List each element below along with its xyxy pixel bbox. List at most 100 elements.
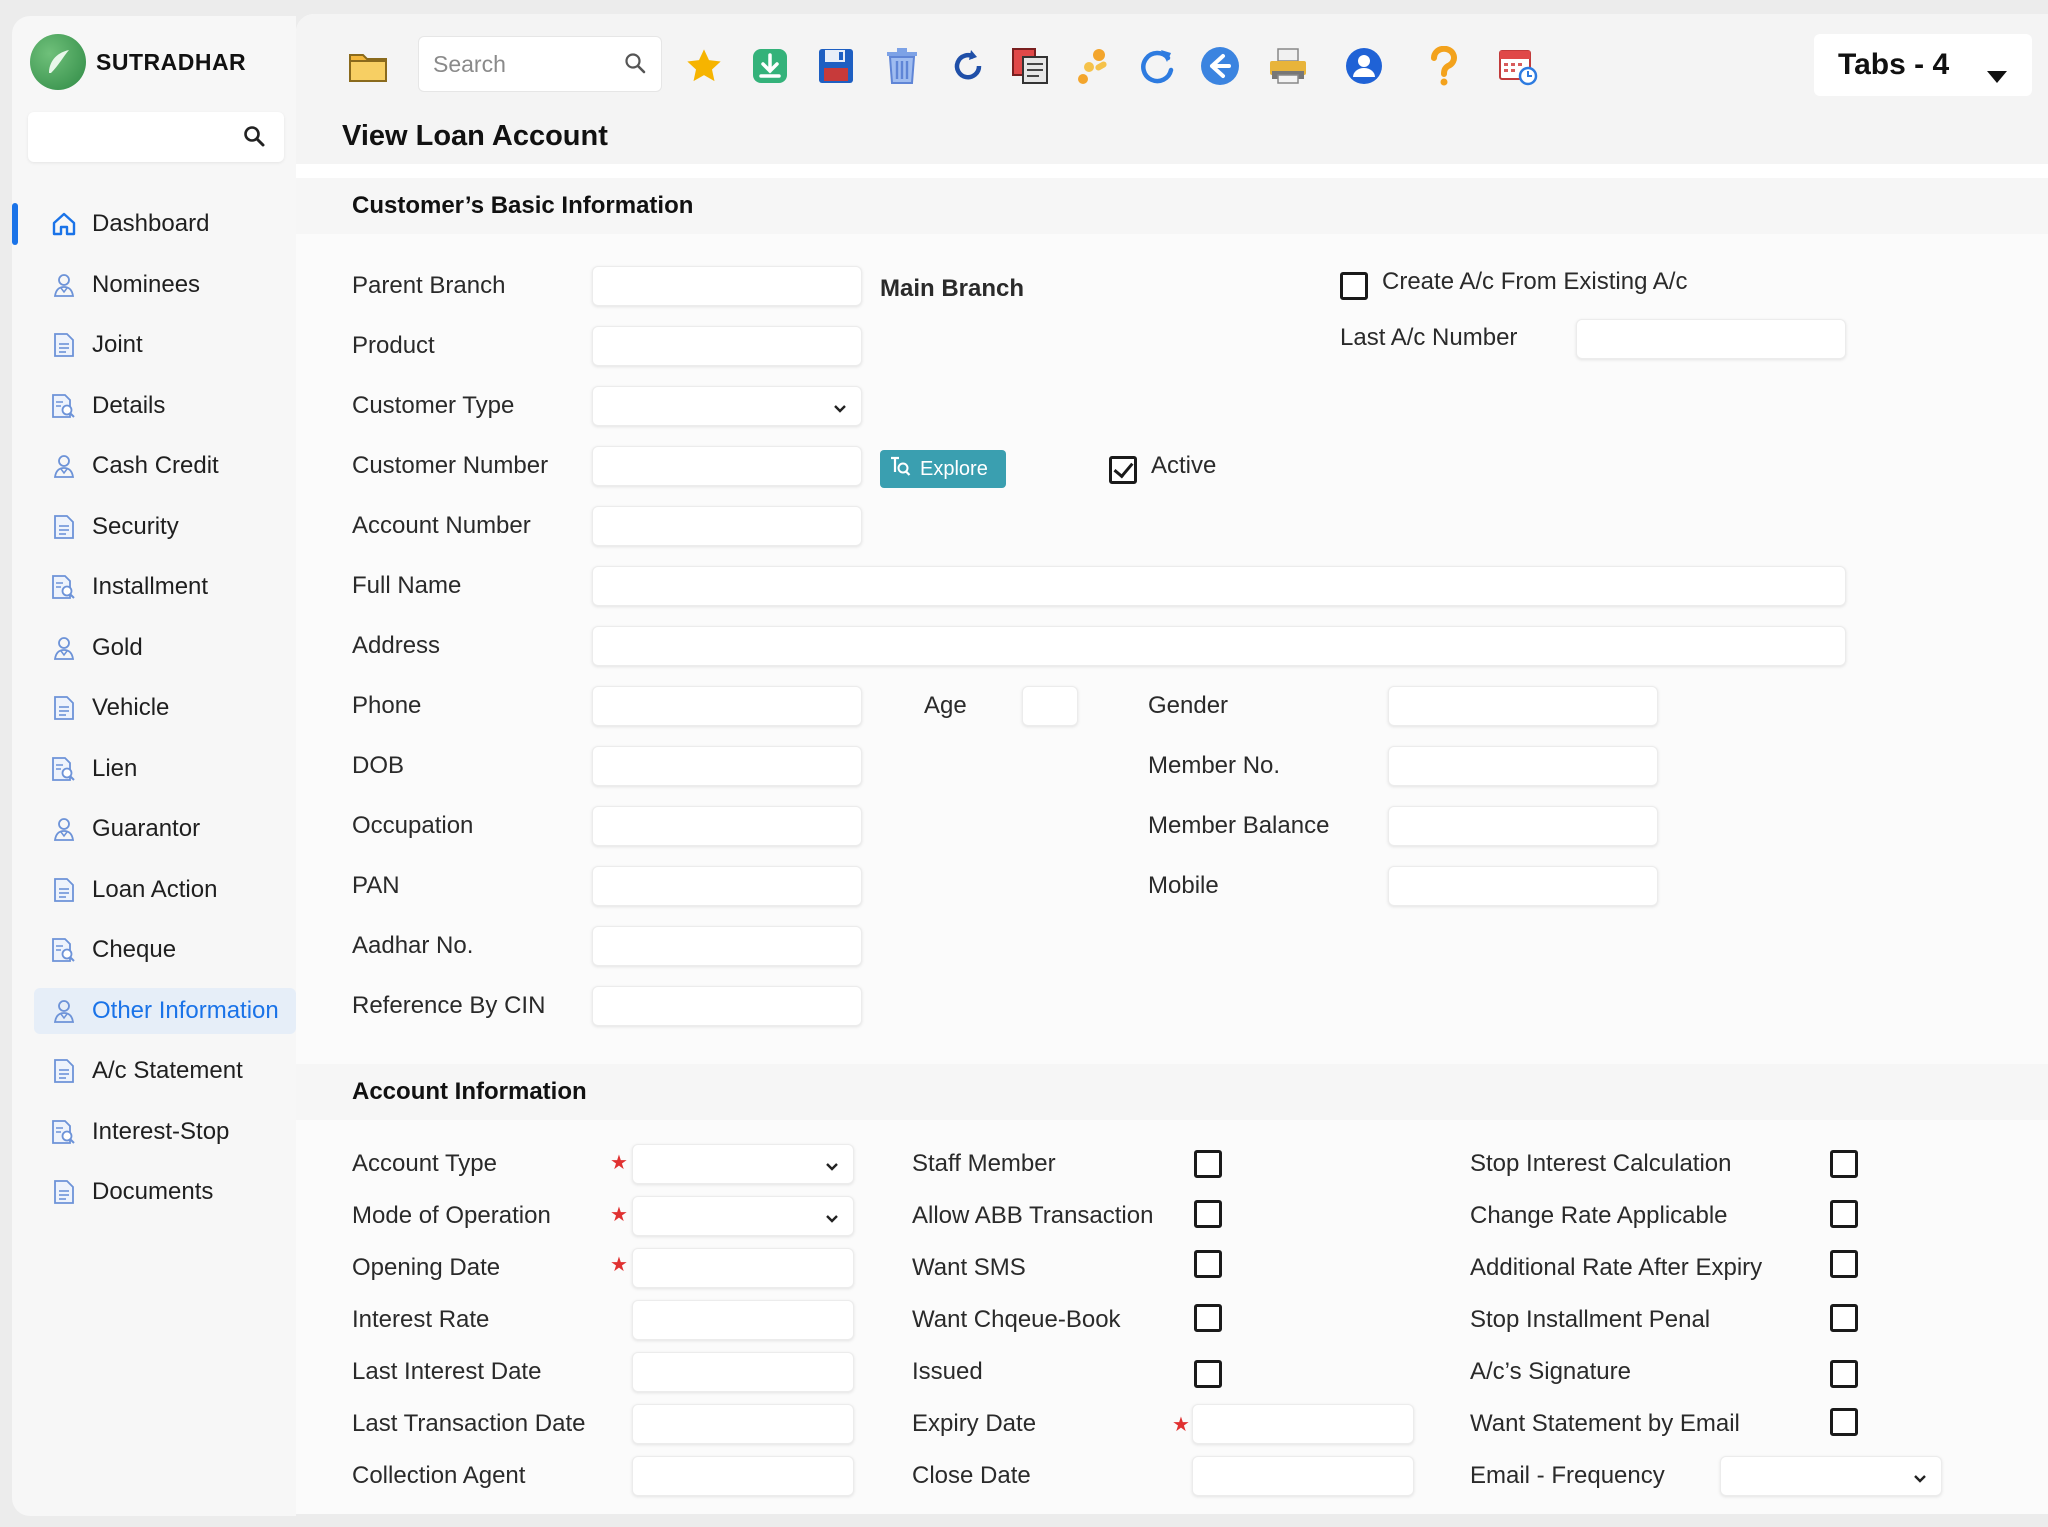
dob-input[interactable] <box>593 747 861 785</box>
collection-agent-input[interactable] <box>633 1457 853 1495</box>
print-icon[interactable] <box>1266 44 1310 88</box>
explore-button[interactable]: Explore <box>880 450 1006 488</box>
pan-field[interactable] <box>592 866 862 906</box>
sidebar-item-cash-credit[interactable]: Cash Credit <box>34 443 296 489</box>
help-icon[interactable] <box>1422 44 1466 88</box>
tools-icon[interactable] <box>1072 44 1116 88</box>
tabs-dropdown[interactable]: Tabs - 4 <box>1814 34 2032 96</box>
mobile-field[interactable] <box>1388 866 1658 906</box>
sidebar-item-a-c-statement[interactable]: A/c Statement <box>34 1048 296 1094</box>
sidebar-item-details[interactable]: Details <box>34 383 296 429</box>
close-date-input[interactable] <box>1193 1457 1413 1495</box>
toolbar-search-input[interactable] <box>419 37 609 91</box>
mode-of-operation-select[interactable] <box>632 1196 854 1236</box>
last-transaction-date-input[interactable] <box>633 1405 853 1443</box>
additional-rate-checkbox[interactable] <box>1830 1250 1858 1278</box>
parent-branch-field[interactable] <box>592 266 862 306</box>
reference-by-cin-input[interactable] <box>593 987 861 1025</box>
refresh-icon[interactable] <box>1134 44 1178 88</box>
sidebar-item-security[interactable]: Security <box>34 504 296 550</box>
sidebar-item-loan-action[interactable]: Loan Action <box>34 867 296 913</box>
change-rate-checkbox[interactable] <box>1830 1200 1858 1228</box>
email-frequency-select[interactable] <box>1720 1456 1942 1496</box>
close-date-field[interactable] <box>1192 1456 1414 1496</box>
sidebar-search[interactable] <box>28 112 284 162</box>
expiry-date-field[interactable] <box>1192 1404 1414 1444</box>
member-balance-field[interactable] <box>1388 806 1658 846</box>
account-number-input[interactable] <box>593 507 861 545</box>
active-checkbox[interactable] <box>1109 456 1137 484</box>
want-sms-checkbox[interactable] <box>1194 1250 1222 1278</box>
delete-icon[interactable] <box>880 44 924 88</box>
phone-field[interactable] <box>592 686 862 726</box>
folder-icon[interactable] <box>346 44 390 88</box>
copy-icon[interactable] <box>1008 44 1052 88</box>
sidebar-item-gold[interactable]: Gold <box>34 625 296 671</box>
toolbar-search[interactable] <box>418 36 662 92</box>
full-name-field[interactable] <box>592 566 1846 606</box>
issued-checkbox[interactable] <box>1194 1360 1222 1388</box>
sidebar-item-cheque[interactable]: Cheque <box>34 927 296 973</box>
user-account-icon[interactable] <box>1342 44 1386 88</box>
age-field[interactable] <box>1022 686 1078 726</box>
calendar-icon[interactable] <box>1496 44 1540 88</box>
sidebar-item-vehicle[interactable]: Vehicle <box>34 685 296 731</box>
dob-field[interactable] <box>592 746 862 786</box>
search-icon[interactable] <box>623 51 647 80</box>
aadhar-field[interactable] <box>592 926 862 966</box>
download-icon[interactable] <box>748 44 792 88</box>
last-transaction-date-field[interactable] <box>632 1404 854 1444</box>
search-icon[interactable] <box>242 124 266 153</box>
parent-branch-input[interactable] <box>593 267 861 305</box>
allow-abb-checkbox[interactable] <box>1194 1200 1222 1228</box>
aadhar-input[interactable] <box>593 927 861 965</box>
mobile-input[interactable] <box>1389 867 1657 905</box>
back-icon[interactable] <box>1198 44 1242 88</box>
expiry-date-input[interactable] <box>1193 1405 1413 1443</box>
sidebar-item-other-information[interactable]: Other Information <box>34 987 296 1034</box>
sidebar-item-nominees[interactable]: Nominees <box>34 262 296 308</box>
sidebar-item-guarantor[interactable]: Guarantor <box>34 806 296 852</box>
occupation-input[interactable] <box>593 807 861 845</box>
sidebar-item-joint[interactable]: Joint <box>34 322 296 368</box>
stop-interest-calc-checkbox[interactable] <box>1830 1150 1858 1178</box>
sidebar-item-interest-stop[interactable]: Interest-Stop <box>34 1109 296 1155</box>
full-name-input[interactable] <box>593 567 1845 605</box>
sidebar-item-lien[interactable]: Lien <box>34 746 296 792</box>
account-number-field[interactable] <box>592 506 862 546</box>
gender-field[interactable] <box>1388 686 1658 726</box>
interest-rate-field[interactable] <box>632 1300 854 1340</box>
last-ac-number-input[interactable] <box>1577 320 1845 358</box>
interest-rate-input[interactable] <box>633 1301 853 1339</box>
customer-number-field[interactable] <box>592 446 862 486</box>
member-no-input[interactable] <box>1389 747 1657 785</box>
member-no-field[interactable] <box>1388 746 1658 786</box>
opening-date-input[interactable] <box>633 1249 853 1287</box>
sidebar-item-documents[interactable]: Documents <box>34 1169 296 1215</box>
gender-input[interactable] <box>1389 687 1657 725</box>
staff-member-checkbox[interactable] <box>1194 1150 1222 1178</box>
phone-input[interactable] <box>593 687 861 725</box>
age-input[interactable] <box>1023 687 1077 725</box>
address-input[interactable] <box>593 627 1845 665</box>
last-ac-number-field[interactable] <box>1576 319 1846 359</box>
sidebar-item-dashboard[interactable]: Dashboard <box>12 201 296 247</box>
stop-installment-penal-checkbox[interactable] <box>1830 1304 1858 1332</box>
address-field[interactable] <box>592 626 1846 666</box>
want-statement-email-checkbox[interactable] <box>1830 1408 1858 1436</box>
last-interest-date-field[interactable] <box>632 1352 854 1392</box>
collection-agent-field[interactable] <box>632 1456 854 1496</box>
product-input[interactable] <box>593 327 861 365</box>
reference-by-cin-field[interactable] <box>592 986 862 1026</box>
occupation-field[interactable] <box>592 806 862 846</box>
product-field[interactable] <box>592 326 862 366</box>
pan-input[interactable] <box>593 867 861 905</box>
create-from-existing-checkbox[interactable] <box>1340 272 1368 300</box>
save-icon[interactable] <box>814 44 858 88</box>
customer-type-select[interactable] <box>592 386 862 426</box>
undo-icon[interactable] <box>946 44 990 88</box>
customer-number-input[interactable] <box>593 447 861 485</box>
sidebar-item-installment[interactable]: Installment <box>34 564 296 610</box>
account-type-select[interactable] <box>632 1144 854 1184</box>
ac-signature-checkbox[interactable] <box>1830 1360 1858 1388</box>
